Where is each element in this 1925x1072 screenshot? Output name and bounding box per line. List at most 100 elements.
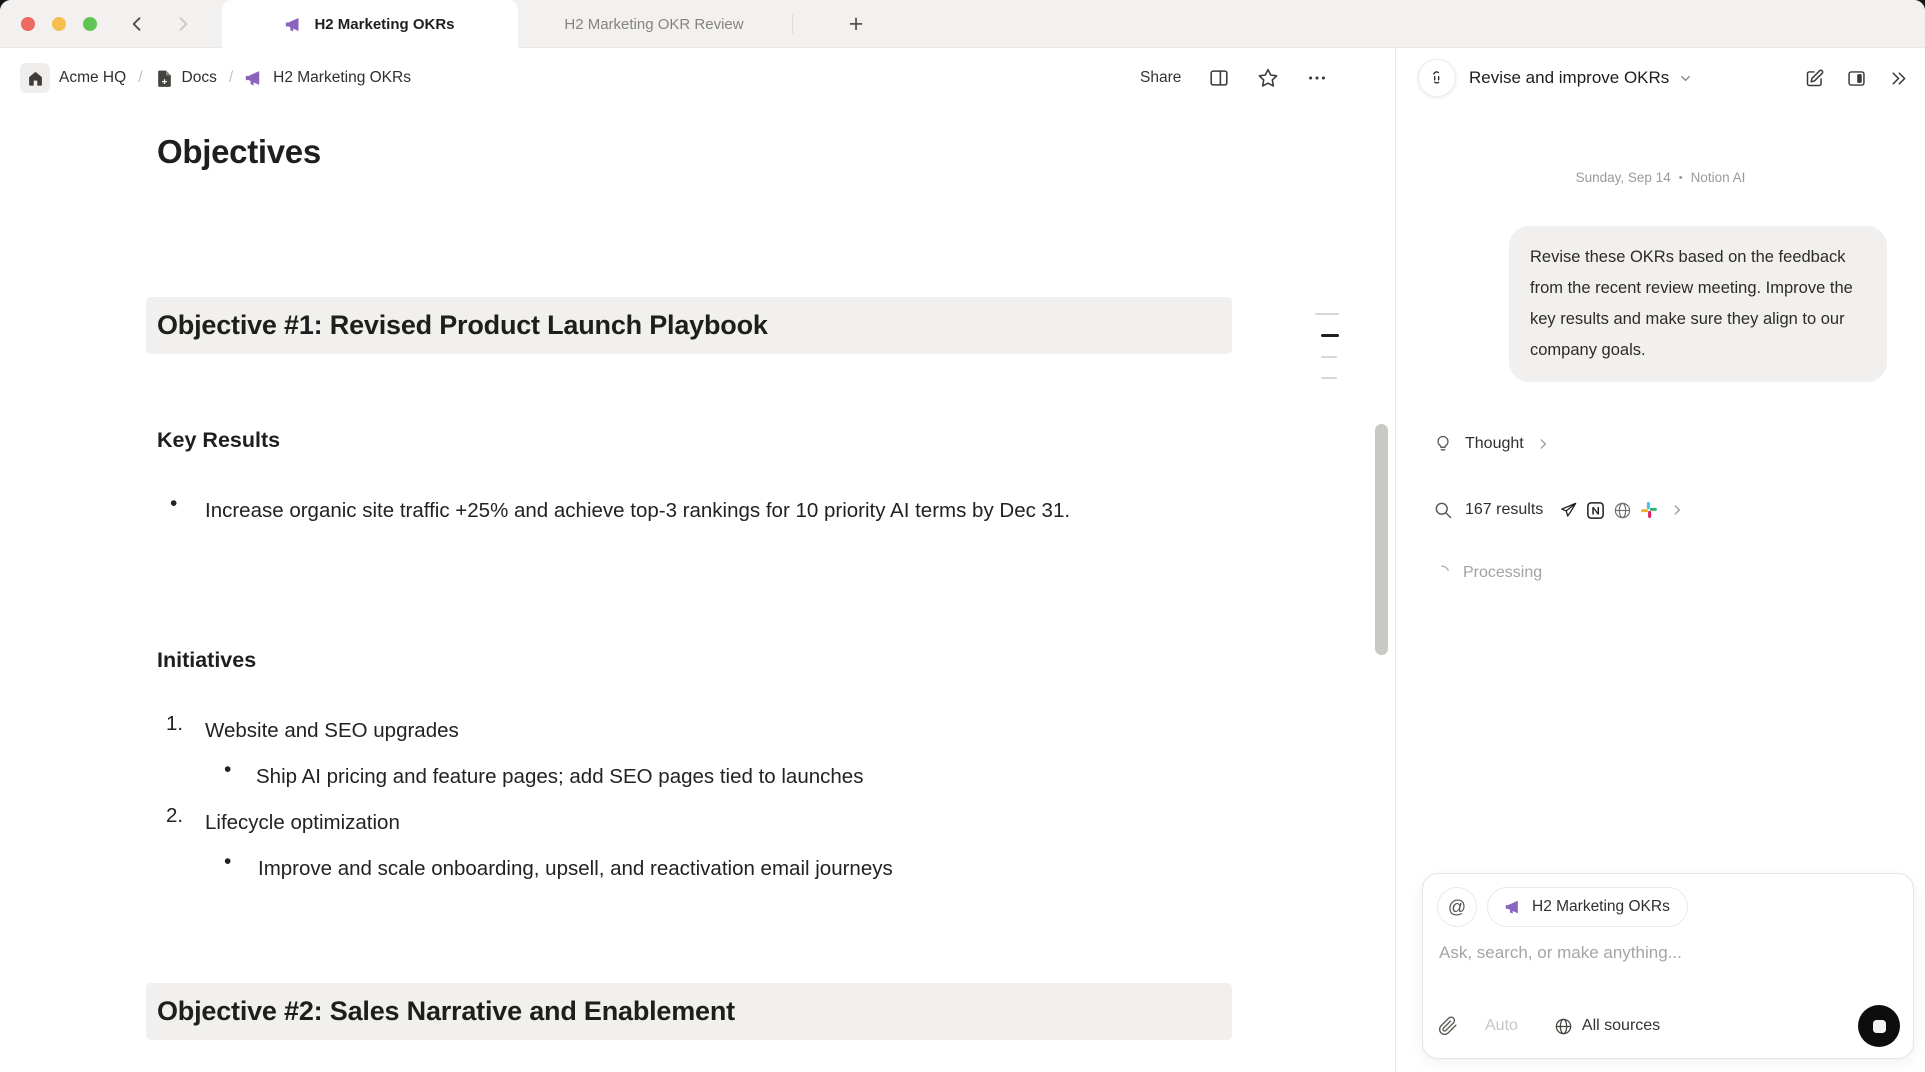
tab-label: H2 Marketing OKR Review [564,16,743,33]
breadcrumb-label: H2 Marketing OKRs [273,69,411,87]
numbered-item-1[interactable]: Website and SEO upgrades [205,712,1205,749]
breadcrumb-item-docs[interactable]: Docs [155,69,217,88]
assistant-name: Notion AI [1691,170,1746,185]
double-chevron-right-icon [1888,68,1909,89]
bullet-marker: • [224,850,231,874]
star-icon [1257,67,1279,89]
doc-canvas[interactable]: Objectives Objective #1: Revised Product… [0,108,1395,1072]
numbered-item-2[interactable]: Lifecycle optimization [205,804,1205,841]
zoom-window-button[interactable] [83,17,97,31]
home-icon [27,70,44,87]
heading-objective-2[interactable]: Objective #2: Sales Narrative and Enable… [146,983,1232,1040]
source-icons [1559,501,1658,520]
outline-line-active [1321,334,1339,337]
search-icon [1433,500,1453,520]
processing-label: Processing [1463,564,1542,582]
heading-text: Objective #1: Revised Product Launch Pla… [157,310,768,341]
breadcrumb-separator: / [229,69,233,87]
doc-header-actions: Share [1140,48,1328,108]
all-sources-label: All sources [1582,1017,1660,1035]
notion-ai-panel: Revise and improve OKRs Sunday, Sep 14 • [1395,48,1925,1072]
history-forward-button[interactable] [170,11,196,37]
mention-button[interactable]: @ [1437,887,1477,927]
tab-h2-marketing-okrs[interactable]: H2 Marketing OKRs [222,0,518,49]
stop-generation-button[interactable] [1858,1005,1900,1047]
ai-prompt-input[interactable] [1437,942,1881,964]
tab-bar: H2 Marketing OKRs H2 Marketing OKR Revie… [0,0,1925,48]
tab-h2-marketing-okr-review[interactable]: H2 Marketing OKR Review [518,0,790,48]
ai-composer[interactable]: @ H2 Marketing OKRs Auto [1422,873,1914,1059]
heading-initiatives[interactable]: Initiatives [157,648,256,673]
heading-text: Objective #2: Sales Narrative and Enable… [157,996,735,1027]
bullet-marker: • [170,492,177,516]
megaphone-icon [1505,898,1523,916]
chevron-right-icon [1536,437,1550,451]
breadcrumb-item-acme-hq[interactable]: Acme HQ [59,69,126,87]
send-plane-icon [1559,501,1578,520]
lightbulb-icon [1433,434,1453,454]
ai-thread-title[interactable]: Revise and improve OKRs [1469,68,1669,88]
heading-key-results[interactable]: Key Results [157,428,280,453]
window-controls [21,17,97,31]
context-chip-label: H2 Marketing OKRs [1532,898,1670,916]
date-separator: • [1679,172,1683,184]
chevron-right-icon [1670,503,1684,517]
context-chip-h2-marketing-okrs[interactable]: H2 Marketing OKRs [1487,887,1688,927]
sub-bullet-item-2[interactable]: Improve and scale onboarding, upsell, an… [258,850,1258,887]
minimize-window-button[interactable] [52,17,66,31]
notion-app-window: H2 Marketing OKRs H2 Marketing OKR Revie… [0,0,1925,1072]
user-message-bubble: Revise these OKRs based on the feedback … [1509,226,1887,382]
breadcrumb-label: Docs [182,69,217,87]
results-count-label: 167 results [1465,501,1543,519]
breadcrumb-label: Acme HQ [59,69,126,87]
more-options-button[interactable] [1306,67,1328,89]
ai-panel-header: Revise and improve OKRs [1396,48,1925,108]
notion-ai-face-icon [1418,59,1456,97]
heading-objective-1[interactable]: Objective #1: Revised Product Launch Pla… [146,297,1232,354]
sub-bullet-item-1[interactable]: Ship AI pricing and feature pages; add S… [256,758,1256,795]
vertical-scrollbar-thumb[interactable] [1375,424,1388,655]
attach-file-button[interactable] [1438,1016,1458,1036]
history-back-button[interactable] [124,11,150,37]
page-title: Objectives [157,133,321,171]
new-tab-button[interactable]: + [840,8,872,40]
breadcrumb-separator: / [138,69,142,87]
close-panel-button[interactable] [1888,68,1909,89]
bullet-marker: • [224,758,231,782]
document-icon [155,69,174,88]
globe-icon [1554,1017,1573,1036]
share-button[interactable]: Share [1140,69,1181,87]
breadcrumb: Acme HQ / Docs / H2 Marketing OKRs [20,63,411,93]
bullet-item-key-result[interactable]: Increase organic site traffic +25% and a… [205,492,1185,529]
thought-label: Thought [1465,435,1524,453]
list-number: 1. [166,712,183,736]
side-peek-button[interactable] [1208,67,1230,89]
all-sources-button[interactable]: All sources [1554,1017,1660,1036]
breadcrumb-item-current-page[interactable]: H2 Marketing OKRs [245,68,411,88]
chevron-left-icon [127,14,147,34]
list-number: 2. [166,804,183,828]
notion-logo-icon [1586,501,1605,520]
page-outline-indicator[interactable] [1315,313,1341,398]
toggle-panel-layout-button[interactable] [1846,68,1867,89]
mode-selector[interactable]: Auto [1485,1017,1518,1035]
megaphone-icon [245,68,265,88]
chevron-right-icon [173,14,193,34]
new-chat-button[interactable] [1804,68,1825,89]
tab-label: H2 Marketing OKRs [314,16,454,33]
favorite-button[interactable] [1257,67,1279,89]
outline-line [1321,356,1337,358]
tab-separator [792,14,793,34]
close-window-button[interactable] [21,17,35,31]
chat-date: Sunday, Sep 14 [1576,170,1671,185]
megaphone-icon [285,15,304,34]
thought-row[interactable]: Thought [1433,434,1550,454]
breadcrumb-home-button[interactable] [20,63,50,93]
search-results-row[interactable]: 167 results [1433,500,1684,520]
processing-status-row: Processing [1433,564,1542,582]
side-peek-icon [1208,67,1230,89]
paperclip-icon [1438,1016,1458,1036]
outline-line [1321,377,1337,379]
thread-dropdown-button[interactable] [1678,71,1693,86]
stop-icon [1873,1020,1886,1033]
